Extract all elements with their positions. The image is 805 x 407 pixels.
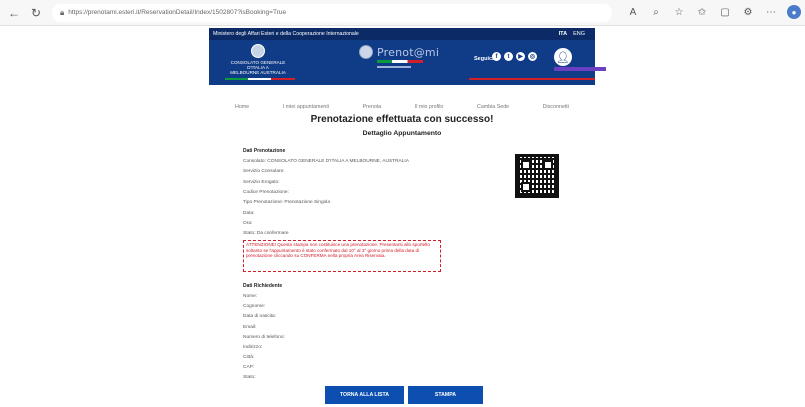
ministry-bar: Ministero degli Affari Esteri e della Co… — [209, 28, 595, 40]
favorite-icon[interactable]: ☆ — [672, 5, 686, 19]
nav-change-office[interactable]: Cambia Sede — [477, 104, 509, 110]
qr-finder-bottom-left — [521, 182, 531, 192]
back-to-list-button[interactable]: TORNA ALLA LISTA — [325, 386, 404, 404]
prenotami-logo[interactable]: Prenot@mi — [359, 45, 439, 59]
language-switch: ITA ENG — [559, 31, 585, 37]
qr-finder-top-left — [521, 160, 531, 170]
field-birth-date: Data di nascita: — [243, 314, 277, 319]
twitter-icon[interactable]: t — [504, 52, 513, 61]
user-tab-indicator — [554, 67, 606, 71]
lang-eng[interactable]: ENG — [573, 31, 585, 37]
field-status: Stato: Da confermare — [243, 231, 289, 236]
extensions-icon[interactable]: ⚙ — [741, 5, 755, 19]
main-nav: Home I miei appuntamenti Prenota Il mio … — [209, 104, 595, 110]
nav-my-profile[interactable]: Il mio profilo — [415, 104, 444, 110]
refresh-icon[interactable]: ↻ — [28, 5, 44, 21]
favorites-icon[interactable]: ✩ — [695, 5, 709, 19]
site-header: CONSOLATO GENERALE D'ITALIA A MELBOURNE … — [209, 40, 606, 85]
user-account-icon[interactable]: 👤︎ — [554, 48, 572, 66]
field-country: Stato: — [243, 375, 256, 380]
field-consulate: Consolato: CONSOLATO GENERALE D'ITALIA A… — [243, 159, 409, 164]
url-text: https://prenotami.esteri.it/ReservationD… — [68, 9, 287, 16]
field-first-name: Nome: — [243, 294, 258, 299]
nav-home[interactable]: Home — [235, 104, 249, 110]
nav-my-appointments[interactable]: I miei appuntamenti — [283, 104, 329, 110]
qr-code — [515, 154, 559, 198]
field-postcode: CAP: — [243, 365, 255, 370]
field-booking-code: Codice Prenotazione: — [243, 190, 289, 195]
qr-finder-top-right — [543, 160, 553, 170]
consulate-name-line1: CONSOLATO GENERALE D'ITALIA A — [230, 60, 286, 70]
nav-book[interactable]: Prenota — [363, 104, 382, 110]
back-arrow-icon[interactable]: ← — [6, 5, 22, 21]
profile-icon[interactable]: ● — [787, 5, 801, 19]
more-icon[interactable]: ⋯ — [764, 5, 778, 19]
republic-emblem-icon — [251, 44, 265, 58]
read-aloud-icon[interactable]: A — [626, 5, 640, 19]
field-booking-type: Tipo Prenotazione: Prenotazione Singola — [243, 200, 331, 205]
lock-icon: 🔒︎ — [60, 7, 65, 17]
logo-flag-stripe — [377, 60, 423, 63]
warning-box: ATTENZIONE! Questa stampa non costituisc… — [243, 240, 441, 272]
social-links: f t ▶ ◎ — [492, 52, 537, 61]
facebook-icon[interactable]: f — [492, 52, 501, 61]
logo-underline — [377, 66, 411, 68]
browser-toolbar: ← ↻ 🔒︎ https://prenotami.esteri.it/Reser… — [0, 0, 805, 26]
nav-logout[interactable]: Disconnetti — [543, 104, 569, 110]
youtube-icon[interactable]: ▶ — [516, 52, 525, 61]
applicant-section-heading: Dati Richiedente — [243, 283, 283, 289]
page-subtitle: Dettaglio Appuntamento — [362, 130, 442, 137]
lang-ita[interactable]: ITA — [559, 31, 567, 37]
field-time: Ora: — [243, 221, 253, 226]
field-last-name: Cognome: — [243, 304, 266, 309]
print-button[interactable]: STAMPA — [408, 386, 483, 404]
prenotami-emblem-icon — [359, 45, 373, 59]
booking-section-heading: Dati Prenotazione — [243, 148, 286, 154]
field-city: Città: — [243, 355, 255, 360]
field-service-provided: Servizio Erogato: — [243, 180, 280, 185]
field-consular-service: Servizio Consolare: — [243, 169, 285, 174]
field-date: Data: — [243, 211, 255, 216]
address-bar[interactable]: 🔒︎ https://prenotami.esteri.it/Reservati… — [52, 3, 612, 22]
field-address: Indirizzo: — [243, 345, 263, 350]
italian-flag-stripe — [225, 78, 295, 80]
instagram-icon[interactable]: ◎ — [528, 52, 537, 61]
field-phone: Numero di telefono: — [243, 335, 285, 340]
field-email: Email: — [243, 325, 257, 330]
zoom-icon[interactable]: ⌕ — [649, 5, 663, 19]
ministry-name[interactable]: Ministero degli Affari Esteri e della Co… — [213, 31, 359, 37]
consulate-logo[interactable]: CONSOLATO GENERALE D'ITALIA A MELBOURNE … — [223, 44, 293, 75]
seguici-label: Seguici — [474, 56, 494, 62]
prenotami-logo-text: Prenot@mi — [377, 45, 440, 59]
header-red-stripe — [469, 78, 595, 80]
collections-icon[interactable]: ▢ — [718, 5, 732, 19]
page-title: Prenotazione effettuata con successo! — [310, 114, 494, 125]
consulate-name-line2: MELBOURNE AUSTRALIA — [230, 70, 286, 75]
